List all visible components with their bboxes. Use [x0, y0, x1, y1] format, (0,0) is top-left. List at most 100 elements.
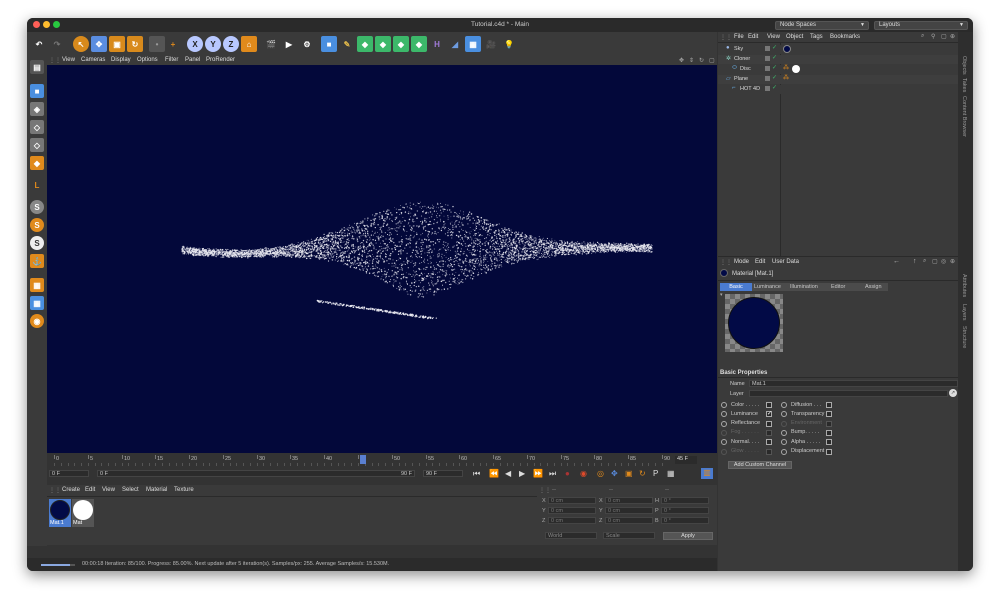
mograph-icon[interactable]: ◆	[411, 36, 427, 52]
point-cloud-dot	[366, 268, 368, 270]
point-cloud-dot	[540, 243, 542, 245]
quantize-icon[interactable]: S	[30, 236, 44, 250]
point-cloud-dot	[378, 260, 380, 262]
snap-settings-icon[interactable]: S	[30, 218, 44, 232]
point-cloud-dot	[410, 273, 412, 275]
undo-button[interactable]: ↶	[31, 36, 47, 52]
live-selection-button[interactable]: ↖	[73, 36, 89, 52]
subdivision-surface-icon[interactable]: ◆	[357, 36, 373, 52]
point-cloud-dot	[506, 246, 508, 248]
point-cloud-dot	[437, 239, 439, 241]
coordinate-system-button[interactable]: ⌂	[241, 36, 257, 52]
scale-tool-button[interactable]: ▣	[109, 36, 125, 52]
point-cloud-dot	[554, 243, 557, 245]
workplane-icon[interactable]: ▦	[30, 278, 44, 292]
point-cloud-dot	[372, 258, 375, 261]
point-cloud-dot	[445, 204, 447, 206]
point-cloud-dot	[264, 252, 266, 253]
point-cloud-dot	[486, 224, 487, 226]
point-cloud-dot	[447, 215, 449, 217]
move-tool-button[interactable]: ✥	[91, 36, 107, 52]
point-cloud-dot	[634, 249, 635, 251]
field-icon[interactable]: ◢	[447, 36, 463, 52]
point-cloud-dot	[319, 247, 322, 249]
point-cloud-dot	[583, 246, 584, 248]
viewport-menu-display[interactable]: Display	[111, 57, 131, 63]
point-cloud-dot	[461, 271, 463, 273]
x-axis-button[interactable]: X	[187, 36, 203, 52]
planar-workplane-icon[interactable]: ▦	[30, 296, 44, 310]
point-cloud-dot	[600, 251, 602, 253]
point-cloud-dot	[331, 238, 333, 240]
point-cloud-dot	[518, 256, 520, 258]
edges-mode-icon[interactable]: ◇	[30, 138, 44, 152]
deformer-icon[interactable]: H	[429, 36, 445, 52]
camera-icon[interactable]: 🎥	[483, 36, 499, 52]
add-null-button[interactable]: +	[165, 36, 181, 52]
points-mode-icon[interactable]: ◇	[30, 120, 44, 134]
point-cloud-dot	[334, 235, 336, 237]
viewport-menu-panel[interactable]: Panel	[185, 57, 200, 63]
make-editable-icon[interactable]: ▤	[30, 60, 44, 74]
point-cloud-dot	[328, 257, 331, 259]
axis-mode-icon[interactable]: L	[30, 178, 44, 192]
recent-tools-button[interactable]: •	[149, 36, 165, 52]
viewport-menu-cameras[interactable]: Cameras	[81, 57, 105, 63]
viewport-3d[interactable]	[47, 65, 717, 453]
polygons-mode-icon[interactable]: ◆	[30, 156, 44, 170]
viewport-menu-prorender[interactable]: ProRender	[206, 57, 235, 63]
layouts-dropdown[interactable]: Layouts ▼	[874, 21, 968, 30]
viewport-rotate-icon[interactable]: ↻	[699, 57, 704, 64]
point-cloud-dot	[283, 254, 285, 256]
viewport-zoom-icon[interactable]: ⇕	[689, 57, 694, 64]
node-spaces-dropdown[interactable]: Node Spaces ▼	[775, 21, 869, 30]
solo-icon[interactable]: ◉	[30, 314, 44, 328]
rotate-tool-button[interactable]: ↻	[127, 36, 143, 52]
boole-icon[interactable]: ◆	[393, 36, 409, 52]
snap-icon[interactable]: S	[30, 200, 44, 214]
point-cloud-dot	[277, 249, 278, 251]
point-cloud-dot	[519, 254, 521, 256]
point-cloud-dot	[404, 263, 406, 265]
texture-mode-icon[interactable]: ◈	[30, 102, 44, 116]
point-cloud-dot	[605, 243, 607, 245]
point-cloud-dot	[321, 238, 324, 241]
point-cloud-dot	[419, 238, 421, 240]
viewport-move-icon[interactable]: ✥	[679, 57, 684, 64]
point-cloud-dot	[432, 240, 434, 243]
light-icon[interactable]: 💡	[501, 36, 517, 52]
pen-icon[interactable]: ✎	[339, 36, 355, 52]
point-cloud-dot	[218, 254, 220, 256]
render-settings-icon[interactable]: ⚙	[299, 36, 315, 52]
z-axis-button[interactable]: Z	[223, 36, 239, 52]
array-icon[interactable]: ◆	[375, 36, 391, 52]
viewport-menu-view[interactable]: View	[62, 57, 75, 63]
point-cloud-dot	[549, 254, 551, 256]
point-cloud-dot	[432, 283, 434, 285]
floor-icon[interactable]: ▦	[465, 36, 481, 52]
point-cloud-dot	[478, 239, 480, 241]
render-view-icon[interactable]: 🎬	[263, 36, 279, 52]
point-cloud-dot	[432, 207, 434, 209]
point-cloud-dot	[649, 245, 651, 247]
point-cloud-dot	[291, 254, 293, 256]
viewport-menu-filter[interactable]: Filter	[165, 57, 178, 63]
point-cloud-dot	[359, 269, 361, 271]
redo-button[interactable]: ↷	[49, 36, 65, 52]
viewport-maximize-icon[interactable]: ▢	[709, 57, 715, 64]
point-cloud-dot	[332, 255, 334, 257]
y-axis-button[interactable]: Y	[205, 36, 221, 52]
point-cloud-dot	[215, 255, 217, 257]
lock-workplane-icon[interactable]: ⚓	[30, 254, 44, 268]
point-cloud-dot	[513, 241, 516, 243]
point-cloud-dot	[389, 239, 391, 241]
cube-icon[interactable]: ■	[321, 36, 337, 52]
point-cloud-dot	[303, 254, 306, 257]
viewport-menu-options[interactable]: Options	[137, 57, 158, 63]
point-cloud-dot	[340, 252, 341, 254]
point-cloud-dot	[456, 256, 458, 259]
model-mode-icon[interactable]: ■	[30, 84, 44, 98]
render-picture-viewer-icon[interactable]: ▶	[281, 36, 297, 52]
point-cloud-dot	[549, 256, 551, 258]
point-cloud-dot	[457, 281, 459, 283]
